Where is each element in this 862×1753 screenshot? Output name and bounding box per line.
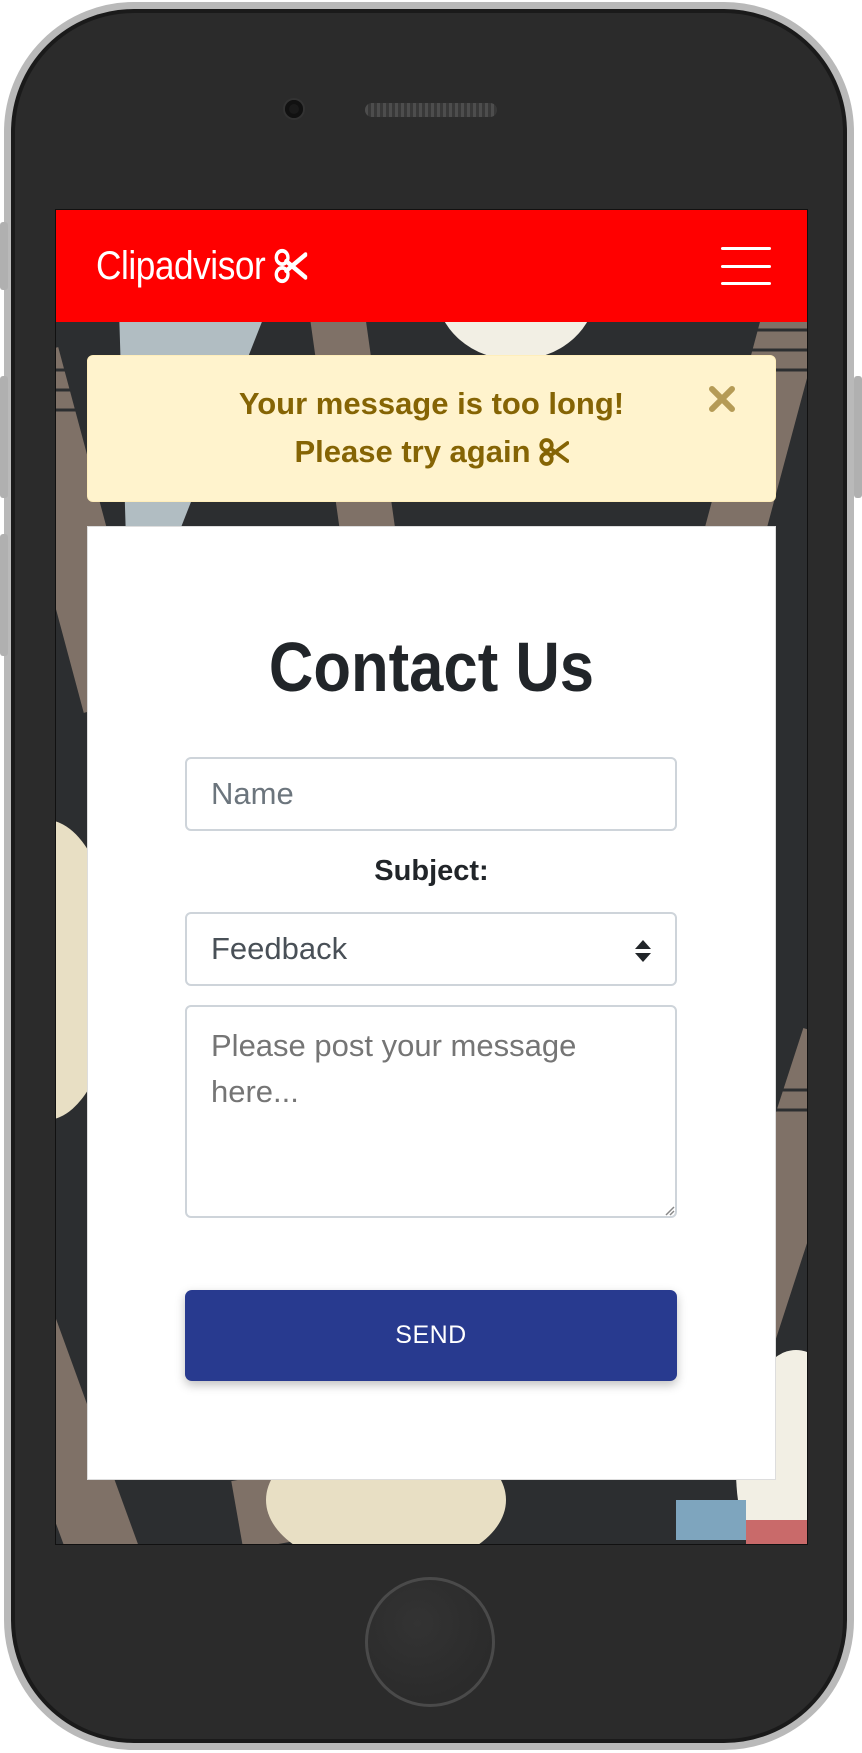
select-arrows-icon [635, 940, 651, 962]
alert-message-line2-wrap: Please try again [294, 428, 569, 476]
send-button[interactable]: SEND [185, 1290, 677, 1381]
alert-message-line1: Your message is too long! [238, 386, 625, 421]
volume-up-button [0, 376, 8, 498]
name-input[interactable] [185, 757, 677, 831]
brand-name: Clipadvisor [96, 243, 266, 288]
mute-switch [0, 222, 8, 290]
scissors-icon [274, 248, 308, 284]
hamburger-menu-icon[interactable] [721, 247, 771, 285]
volume-down-button [0, 534, 8, 656]
alert-message-line2: Please try again [294, 434, 531, 469]
message-textarea[interactable] [185, 1005, 677, 1218]
subject-selected-value: Feedback [211, 931, 348, 966]
close-icon[interactable] [707, 384, 737, 414]
power-button [854, 376, 862, 498]
warning-alert: Your message is too long! Please try aga… [87, 355, 776, 502]
subject-label: Subject: [374, 855, 489, 887]
front-camera [285, 100, 303, 118]
navbar: Clipadvisor [56, 210, 807, 322]
contact-card: Contact Us Subject: Feedback SEND [87, 526, 776, 1480]
earpiece-speaker [365, 103, 497, 117]
page-title: Contact Us [268, 628, 595, 706]
subject-select[interactable]: Feedback [185, 912, 677, 986]
scissors-icon [538, 438, 569, 466]
resize-handle-icon[interactable] [663, 1204, 675, 1216]
brand-logo-link[interactable]: Clipadvisor [96, 244, 308, 289]
home-button[interactable] [365, 1577, 495, 1707]
phone-screen: Clipadvisor Your message is too long! Pl… [55, 209, 808, 1545]
